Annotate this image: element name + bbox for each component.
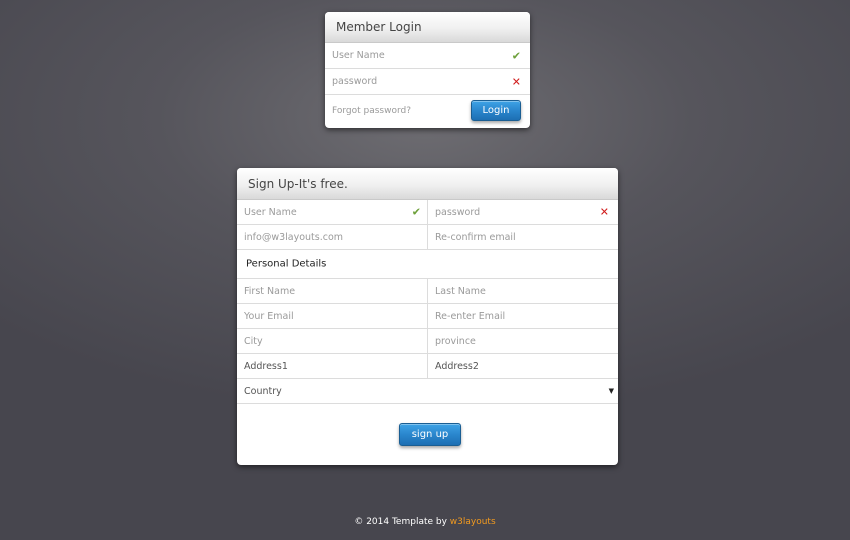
- city-input[interactable]: [237, 329, 427, 354]
- address1-input[interactable]: [237, 354, 427, 379]
- login-button[interactable]: Login: [471, 100, 521, 121]
- personal-details-header-row: Personal Details: [237, 250, 618, 279]
- member-login-panel: Member Login ✔ ✕ Forgot password? Login: [325, 12, 530, 128]
- checkmark-icon: ✔: [511, 49, 521, 62]
- personal-details-title: Personal Details: [246, 258, 327, 270]
- signup-email-row: [237, 225, 618, 250]
- signup-password-cell: ✕: [427, 200, 618, 225]
- cross-icon: ✕: [599, 205, 609, 219]
- city-cell: [237, 329, 427, 354]
- login-username-input[interactable]: [325, 43, 530, 68]
- footer: © 2014 Template by w3layouts: [0, 517, 850, 527]
- reenter-email-cell: [427, 304, 618, 329]
- footer-text: © 2014 Template by: [354, 517, 447, 527]
- reenter-email-input[interactable]: [428, 304, 618, 329]
- login-password-row: ✕: [325, 69, 530, 95]
- signup-reconfirm-email-cell: [427, 225, 618, 250]
- checkmark-icon: ✔: [411, 205, 421, 219]
- signup-country-row: Country ▼: [237, 379, 618, 404]
- signup-address-row: [237, 354, 618, 379]
- address2-input[interactable]: [428, 354, 618, 379]
- your-email-cell: [237, 304, 427, 329]
- signup-panel-title: Sign Up-It's free.: [237, 168, 618, 200]
- your-email-input[interactable]: [237, 304, 427, 329]
- signup-username-input[interactable]: [237, 200, 427, 225]
- first-name-cell: [237, 279, 427, 304]
- forgot-password-link[interactable]: Forgot password?: [332, 106, 411, 116]
- signup-your-email-row: [237, 304, 618, 329]
- signup-name-row: [237, 279, 618, 304]
- signup-reconfirm-email-input[interactable]: [428, 225, 618, 250]
- login-panel-title: Member Login: [325, 12, 530, 43]
- country-select-wrap: Country ▼: [237, 379, 618, 404]
- first-name-input[interactable]: [237, 279, 427, 304]
- sign-up-button[interactable]: sign up: [399, 423, 461, 446]
- last-name-cell: [427, 279, 618, 304]
- login-password-cell: ✕: [325, 69, 530, 94]
- province-input[interactable]: [428, 329, 618, 354]
- signup-location-row: [237, 329, 618, 354]
- signup-panel: Sign Up-It's free. ✔ ✕ Personal Details: [237, 168, 618, 465]
- signup-email-input[interactable]: [237, 225, 427, 250]
- signup-email-cell: [237, 225, 427, 250]
- address2-cell: [427, 354, 618, 379]
- signup-password-input[interactable]: [428, 200, 618, 225]
- signup-actions: sign up: [237, 404, 618, 464]
- cross-icon: ✕: [511, 75, 521, 88]
- login-username-row: ✔: [325, 43, 530, 69]
- country-select[interactable]: Country: [237, 379, 618, 404]
- login-actions-row: Forgot password? Login: [325, 95, 530, 127]
- last-name-input[interactable]: [428, 279, 618, 304]
- login-password-input[interactable]: [325, 69, 530, 94]
- province-cell: [427, 329, 618, 354]
- signup-credentials-row: ✔ ✕: [237, 200, 618, 225]
- address1-cell: [237, 354, 427, 379]
- signup-username-cell: ✔: [237, 200, 427, 225]
- footer-link[interactable]: w3layouts: [450, 517, 496, 527]
- login-username-cell: ✔: [325, 43, 530, 68]
